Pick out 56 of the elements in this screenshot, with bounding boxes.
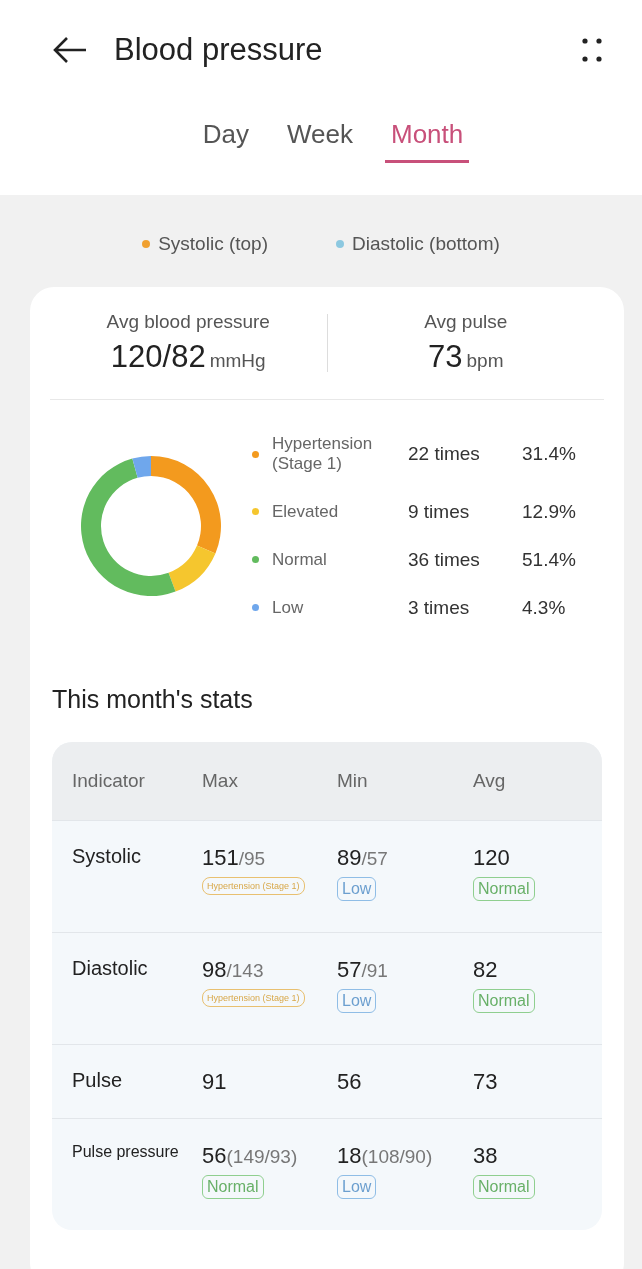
stat-value: 56 bbox=[337, 1068, 362, 1095]
stat-value: 98/143 bbox=[202, 956, 264, 983]
status-tag: Hypertension (Stage 1) bbox=[202, 988, 305, 1007]
row-label: Diastolic bbox=[72, 956, 149, 980]
stat-value: 73 bbox=[473, 1068, 498, 1095]
category-label: Normal bbox=[272, 549, 328, 570]
category-count: 9 times bbox=[408, 500, 471, 523]
category-percent: 31.4% bbox=[522, 443, 576, 466]
status-tag: Normal bbox=[473, 876, 535, 901]
status-tag: Normal bbox=[473, 988, 535, 1013]
stat-value: 56(149/93) bbox=[202, 1142, 298, 1169]
legend-label: Diastolic (bottom) bbox=[352, 233, 500, 255]
stat-value: 18(108/90) bbox=[337, 1142, 433, 1169]
section-title: This month's stats bbox=[51, 683, 254, 715]
stat-value: 120 bbox=[473, 844, 510, 871]
pulse-unit: bpm bbox=[466, 350, 504, 371]
avg-pulse-value: 73 bbox=[428, 339, 463, 374]
category-label: Low bbox=[272, 597, 305, 618]
more-icon[interactable] bbox=[582, 38, 602, 62]
category-label: Hypertension (Stage 1) bbox=[272, 434, 374, 475]
period-tab[interactable]: Month bbox=[385, 118, 470, 163]
category-percent: 12.9% bbox=[522, 500, 576, 523]
category-percent: 51.4% bbox=[522, 548, 576, 571]
page-title: Blood pressure bbox=[114, 32, 324, 68]
row-label: Pulse pressure bbox=[72, 1142, 180, 1161]
period-tab[interactable]: Day bbox=[196, 118, 255, 163]
status-tag: Hypertension (Stage 1) bbox=[202, 876, 305, 895]
back-icon[interactable] bbox=[52, 36, 88, 64]
stat-value: 82 bbox=[473, 956, 498, 983]
row-label: Systolic bbox=[72, 844, 142, 868]
column-header: Max bbox=[202, 769, 239, 792]
category-label: Elevated bbox=[272, 501, 340, 522]
avg-pulse-label: Avg pulse bbox=[424, 311, 508, 333]
stat-value: 89/57 bbox=[337, 844, 388, 871]
status-tag: Normal bbox=[473, 1174, 535, 1199]
column-header: Min bbox=[337, 769, 369, 792]
avg-bp-label: Avg blood pressure bbox=[106, 311, 270, 333]
category-count: 22 times bbox=[408, 443, 481, 466]
status-tag: Low bbox=[337, 988, 377, 1013]
avg-bp-value: 120/82 bbox=[110, 339, 206, 374]
column-header: Avg bbox=[473, 769, 507, 792]
category-count: 36 times bbox=[408, 548, 481, 571]
row-label: Pulse bbox=[72, 1068, 124, 1092]
stat-value: 57/91 bbox=[337, 956, 388, 983]
category-count: 3 times bbox=[408, 596, 471, 619]
status-tag: Normal bbox=[202, 1174, 264, 1199]
column-header: Indicator bbox=[72, 769, 146, 792]
legend-label: Systolic (top) bbox=[158, 233, 268, 255]
stat-value: 91 bbox=[202, 1068, 227, 1095]
bp-unit: mmHg bbox=[209, 350, 266, 371]
category-percent: 4.3% bbox=[522, 596, 567, 619]
status-tag: Low bbox=[337, 1174, 377, 1199]
status-tag: Low bbox=[337, 876, 377, 901]
stat-value: 151/95 bbox=[202, 844, 266, 871]
period-tab[interactable]: Week bbox=[281, 118, 359, 163]
stat-value: 38 bbox=[473, 1142, 498, 1169]
